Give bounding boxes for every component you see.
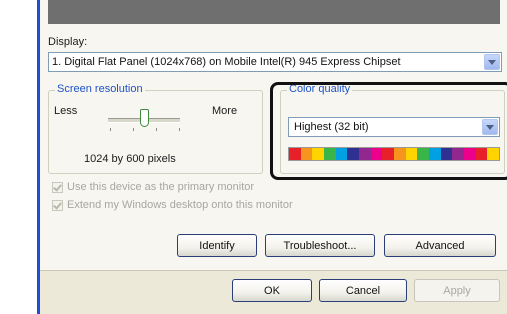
display-dropdown[interactable]: 1. Digital Flat Panel (1024x768) on Mobi… xyxy=(48,52,502,72)
resolution-slider-thumb[interactable] xyxy=(139,109,149,127)
identify-button[interactable]: Identify xyxy=(177,234,257,257)
monitor-preview-area[interactable] xyxy=(48,0,500,24)
primary-monitor-checkbox[interactable] xyxy=(52,181,63,193)
resolution-value-text: 1024 by 600 pixels xyxy=(84,153,176,165)
primary-monitor-option: Use this device as the primary monitor xyxy=(52,180,254,194)
slider-ticks xyxy=(110,128,180,132)
chevron-down-icon[interactable] xyxy=(484,54,500,70)
slider-more-label: More xyxy=(212,105,238,117)
primary-monitor-label: Use this device as the primary monitor xyxy=(67,181,255,193)
cancel-button[interactable]: Cancel xyxy=(319,279,407,302)
extend-desktop-label: Extend my Windows desktop onto this moni… xyxy=(67,199,293,211)
display-label: Display: xyxy=(48,36,88,48)
ok-button[interactable]: OK xyxy=(232,279,312,302)
display-properties-window: Display: 1. Digital Flat Panel (1024x768… xyxy=(37,0,507,314)
extend-desktop-checkbox[interactable] xyxy=(52,199,63,211)
settings-tab-panel: Display: 1. Digital Flat Panel (1024x768… xyxy=(40,0,507,271)
apply-button[interactable]: Apply xyxy=(414,279,500,302)
slider-less-label: Less xyxy=(54,105,78,117)
screen-resolution-title: Screen resolution xyxy=(55,83,145,95)
troubleshoot-button[interactable]: Troubleshoot... xyxy=(265,234,375,257)
extend-desktop-option: Extend my Windows desktop onto this moni… xyxy=(52,198,293,212)
color-quality-highlight-box xyxy=(270,82,507,180)
display-selected-value: 1. Digital Flat Panel (1024x768) on Mobi… xyxy=(52,56,401,68)
advanced-button[interactable]: Advanced xyxy=(384,234,496,257)
